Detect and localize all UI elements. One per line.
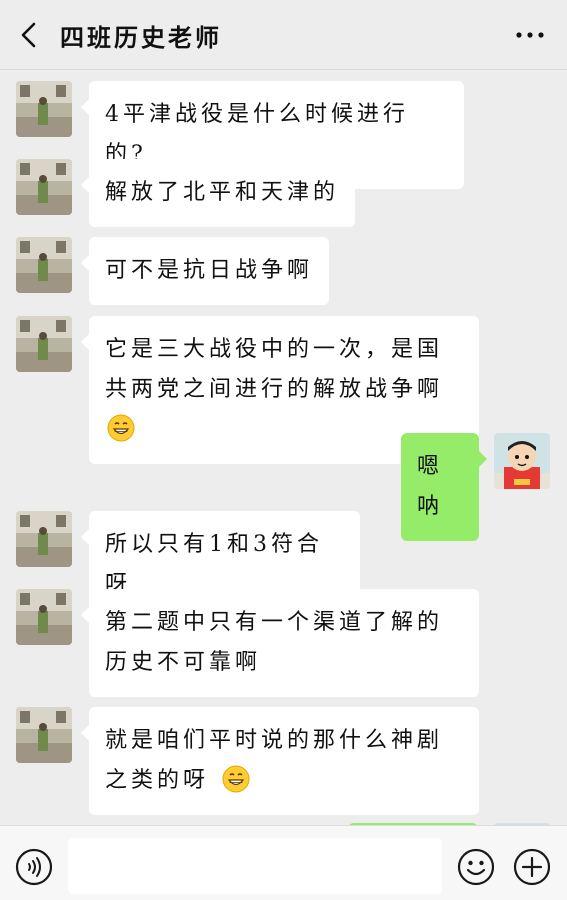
avatar-photo — [16, 707, 72, 763]
sender-avatar[interactable] — [16, 316, 72, 372]
avatar-photo — [16, 589, 72, 645]
avatar-cartoon — [494, 433, 550, 489]
message-bubble[interactable]: 第二题中只有一个渠道了解的历史不可靠啊 — [81, 589, 479, 697]
sender-avatar[interactable] — [16, 707, 72, 763]
sender-avatar[interactable] — [16, 589, 72, 645]
sender-avatar[interactable] — [16, 81, 72, 137]
message-bubble[interactable]: 可不是抗日战争啊 — [81, 237, 329, 305]
input-bar — [0, 825, 567, 900]
avatar-photo — [16, 81, 72, 137]
plus-icon — [513, 848, 551, 886]
message-list[interactable]: 4平津战役是什么时候进行的? 解放了北平和天津的 可不是抗日战争啊 它是三大战役… — [0, 70, 567, 825]
sender-avatar[interactable] — [16, 159, 72, 215]
message-text: 解放了北平和天津的 — [105, 180, 340, 205]
chat-title: 四班历史老师 — [60, 23, 222, 52]
message-bubble[interactable]: 就是咱们平时说的那什么神剧之类的呀 — [81, 707, 479, 815]
more-button[interactable] — [513, 22, 547, 48]
message-text: 4平津战役是什么时候进行的? — [105, 102, 409, 167]
message-text: 第二题中只有一个渠道了解的历史不可靠啊 — [105, 610, 444, 675]
message-text: 就是咱们平时说的那什么神剧之类的呀 — [105, 728, 444, 793]
message-input[interactable] — [68, 838, 442, 894]
my-avatar[interactable] — [494, 433, 550, 489]
message-text: 嗯呐 — [417, 454, 444, 519]
message-text: 所以只有1和3符合呀 — [105, 532, 323, 597]
avatar-photo — [16, 316, 72, 372]
sender-avatar[interactable] — [16, 237, 72, 293]
more-dots-icon — [516, 32, 544, 38]
chat-header: 四班历史老师 — [0, 0, 567, 70]
more-functions-button[interactable] — [512, 847, 552, 887]
voice-icon — [15, 848, 53, 886]
message-bubble[interactable]: 解放了北平和天津的 — [81, 159, 355, 227]
my-message-bubble[interactable]: 嗯呐 — [401, 433, 487, 541]
message-text: 可不是抗日战争啊 — [105, 258, 314, 283]
chevron-left-icon — [21, 22, 36, 48]
smiley-icon — [457, 848, 495, 886]
grin-emoji-icon — [107, 414, 135, 442]
message-text: 它是三大战役中的一次，是国共两党之间进行的解放战争啊 — [105, 337, 444, 402]
sender-avatar[interactable] — [16, 511, 72, 567]
voice-button[interactable] — [14, 847, 54, 887]
back-button[interactable] — [14, 20, 44, 50]
avatar-photo — [16, 237, 72, 293]
emoji-button[interactable] — [456, 847, 496, 887]
avatar-photo — [16, 511, 72, 567]
avatar-photo — [16, 159, 72, 215]
grin-emoji-icon — [222, 765, 250, 793]
